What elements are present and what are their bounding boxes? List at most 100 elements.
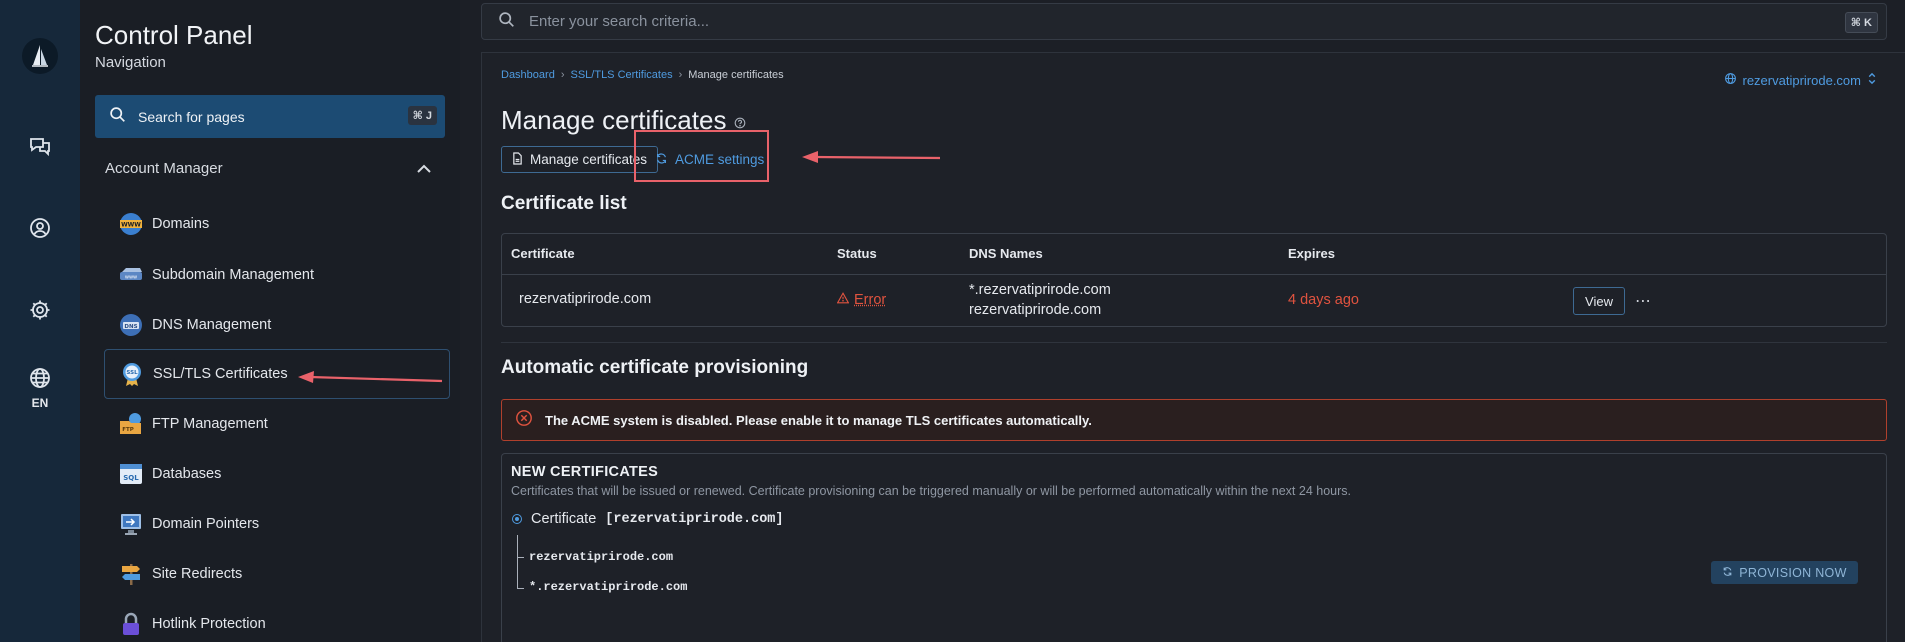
- section-account-manager[interactable]: Account Manager: [105, 160, 223, 177]
- monitor-icon: [118, 511, 144, 537]
- certificate-dns-name: *.rezervatiprirode.com: [529, 580, 687, 594]
- breadcrumb-current: Manage certificates: [688, 69, 783, 81]
- dns-name: *.rezervatiprirode.com: [969, 282, 1111, 298]
- padlock-icon: [118, 611, 144, 637]
- ftp-folder-icon: FTP: [118, 411, 144, 437]
- shortcut-badge: ⌘ K: [1845, 12, 1878, 33]
- breadcrumb-dashboard[interactable]: Dashboard: [501, 69, 555, 81]
- svg-text:FTP: FTP: [122, 427, 134, 433]
- tab-label: Manage certificates: [530, 152, 647, 167]
- sidebar-item-label: Site Redirects: [152, 566, 242, 582]
- sidebar: Control Panel Navigation Search for page…: [80, 0, 460, 642]
- user-circle-icon[interactable]: [27, 215, 53, 241]
- breadcrumb: Dashboard › SSL/TLS Certificates › Manag…: [501, 69, 784, 81]
- globe-icon: [1724, 72, 1737, 88]
- acme-disabled-alert: The ACME system is disabled. Please enab…: [501, 399, 1887, 441]
- certificate-label: Certificate: [531, 511, 596, 527]
- provisioning-heading: Automatic certificate provisioning: [501, 357, 808, 379]
- column-header: Certificate: [511, 246, 575, 261]
- language-label[interactable]: EN: [0, 396, 80, 410]
- sailboat-logo-icon[interactable]: [22, 38, 58, 74]
- svg-text:SSL: SSL: [126, 370, 138, 376]
- tree-connector: [517, 535, 518, 589]
- domain-selector-value: rezervatiprirode.com: [1743, 73, 1862, 88]
- more-options-icon[interactable]: ⋯: [1635, 291, 1652, 311]
- svg-text:DNS: DNS: [124, 324, 137, 330]
- table-header: Certificate Status DNS Names Expires: [502, 234, 1886, 275]
- radio-dot-icon: [512, 514, 522, 524]
- chat-bubbles-icon[interactable]: [27, 133, 53, 159]
- view-button[interactable]: View: [1573, 287, 1625, 315]
- column-header: Status: [837, 246, 877, 261]
- sidebar-item-domains[interactable]: WWW Domains: [104, 199, 450, 249]
- sidebar-item-label: Databases: [152, 466, 221, 482]
- globe-icon[interactable]: [27, 365, 53, 391]
- sidebar-item-label: SSL/TLS Certificates: [153, 366, 288, 382]
- chevron-up-icon[interactable]: [416, 162, 432, 180]
- svg-text:WWW: WWW: [121, 222, 141, 229]
- sidebar-item-site-redirects[interactable]: Site Redirects: [104, 549, 450, 599]
- new-certificates-title: NEW CERTIFICATES: [511, 464, 658, 480]
- gear-icon[interactable]: [27, 297, 53, 323]
- tree-branch: [517, 557, 524, 558]
- shortcut-badge: ⌘ J: [408, 106, 437, 125]
- page-search-label: Search for pages: [138, 109, 245, 125]
- svg-text:www: www: [125, 275, 137, 281]
- search-icon: [498, 11, 515, 33]
- sidebar-item-databases[interactable]: SQL Databases: [104, 449, 450, 499]
- provision-now-button[interactable]: PROVISION NOW: [1711, 561, 1858, 584]
- expiry-text: 4 days ago: [1288, 292, 1359, 308]
- document-icon: [512, 152, 523, 168]
- main-content: Dashboard › SSL/TLS Certificates › Manag…: [481, 52, 1905, 642]
- sidebar-item-subdomain-management[interactable]: www Subdomain Management: [104, 250, 450, 300]
- ssl-badge-icon: SSL: [119, 361, 145, 387]
- sidebar-item-label: FTP Management: [152, 416, 268, 432]
- status-text[interactable]: Error: [854, 292, 886, 308]
- signpost-icon: [118, 561, 144, 587]
- domain-selector[interactable]: rezervatiprirode.com: [1724, 72, 1878, 88]
- search-placeholder: Enter your search criteria...: [529, 13, 709, 30]
- sidebar-item-label: Subdomain Management: [152, 267, 314, 283]
- certificate-name: rezervatiprirode.com: [519, 291, 651, 307]
- sidebar-item-dns-management[interactable]: DNS DNS Management: [104, 300, 450, 350]
- certificate-list-heading: Certificate list: [501, 193, 627, 215]
- certificate-dns-name: rezervatiprirode.com: [529, 550, 673, 564]
- new-certificates-description: Certificates that will be issued or rene…: [511, 484, 1351, 498]
- sidebar-item-ftp-management[interactable]: FTP FTP Management: [104, 399, 450, 449]
- column-header: DNS Names: [969, 246, 1043, 261]
- sidebar-item-label: Domains: [152, 216, 209, 232]
- new-certificates-panel: NEW CERTIFICATES Certificates that will …: [501, 453, 1887, 642]
- divider: [501, 342, 1887, 343]
- sidebar-item-label: Domain Pointers: [152, 516, 259, 532]
- sql-database-icon: SQL: [118, 461, 144, 487]
- tree-branch: [517, 588, 524, 589]
- annotation-arrow-icon: [800, 148, 945, 168]
- dns-name: rezervatiprirode.com: [969, 302, 1101, 318]
- status-badge: Error: [837, 292, 886, 308]
- sidebar-item-domain-pointers[interactable]: Domain Pointers: [104, 499, 450, 549]
- chevron-right-icon: ›: [679, 69, 683, 81]
- certificate-table: Certificate Status DNS Names Expires rez…: [501, 233, 1887, 327]
- icon-rail: EN: [0, 0, 80, 642]
- sidebar-subtitle: Navigation: [95, 54, 166, 71]
- www-globe-icon: WWW: [118, 211, 144, 237]
- page-search-button[interactable]: Search for pages ⌘ J: [95, 95, 445, 138]
- breadcrumb-ssl-tls[interactable]: SSL/TLS Certificates: [571, 69, 673, 81]
- annotation-highlight-box: [634, 130, 769, 182]
- svg-text:SQL: SQL: [123, 474, 139, 482]
- error-circle-icon: [515, 409, 533, 432]
- provision-label: PROVISION NOW: [1739, 566, 1846, 580]
- dns-icon: DNS: [118, 312, 144, 338]
- alert-message: The ACME system is disabled. Please enab…: [545, 413, 1092, 428]
- global-search-input[interactable]: Enter your search criteria... ⌘ K: [481, 3, 1887, 40]
- subdomain-icon: www: [118, 262, 144, 288]
- warning-icon: [837, 292, 849, 308]
- sidebar-item-label: Hotlink Protection: [152, 616, 266, 632]
- certificate-name: [rezervatiprirode.com]: [605, 512, 783, 527]
- refresh-icon: [1722, 566, 1733, 580]
- chevron-updown-icon: [1867, 72, 1877, 88]
- sidebar-item-hotlink-protection[interactable]: Hotlink Protection: [104, 599, 450, 642]
- sidebar-title: Control Panel: [95, 20, 253, 51]
- certificate-entry: Certificate [rezervatiprirode.com]: [512, 511, 784, 527]
- search-icon: [109, 106, 126, 128]
